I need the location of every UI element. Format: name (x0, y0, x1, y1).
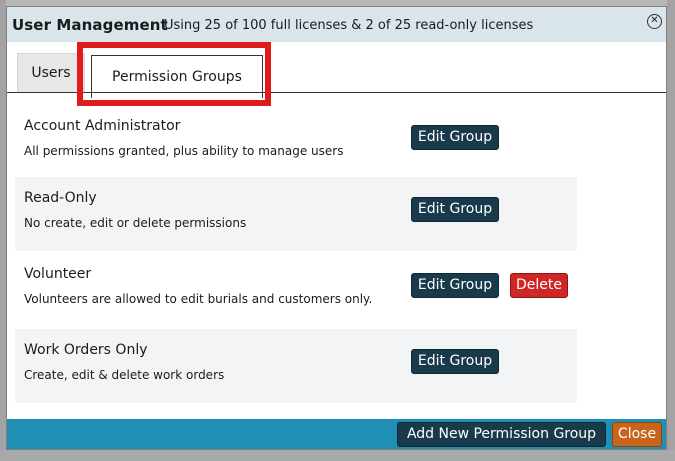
user-management-dialog: User Management Using 25 of 100 full lic… (6, 6, 667, 450)
group-name: Volunteer (24, 266, 92, 282)
edit-group-button[interactable]: Edit Group (411, 125, 499, 150)
license-usage-text: Using 25 of 100 full licenses & 2 of 25 … (164, 18, 534, 33)
background-bottom (0, 450, 675, 461)
close-button[interactable]: Close (612, 422, 662, 447)
group-description: All permissions granted, plus ability to… (24, 144, 344, 158)
tab-users[interactable]: Users (17, 53, 85, 92)
dialog-title: User Management (12, 16, 168, 34)
close-icon[interactable]: ✕ (647, 14, 662, 29)
group-description: No create, edit or delete permissions (24, 216, 247, 230)
tab-divider (7, 92, 666, 93)
edit-group-button[interactable]: Edit Group (411, 273, 499, 298)
group-row-work-orders-only: Work Orders Only Create, edit & delete w… (15, 329, 577, 403)
group-row-read-only: Read-Only No create, edit or delete perm… (15, 177, 577, 251)
group-name: Work Orders Only (24, 342, 148, 358)
group-row-account-administrator: Account Administrator All permissions gr… (15, 105, 577, 179)
group-description: Create, edit & delete work orders (24, 368, 225, 382)
delete-group-button[interactable]: Delete (510, 273, 568, 298)
group-description: Volunteers are allowed to edit burials a… (24, 292, 373, 306)
group-name: Account Administrator (24, 118, 181, 134)
group-name: Read-Only (24, 190, 97, 206)
group-row-volunteer: Volunteer Volunteers are allowed to edit… (15, 253, 577, 327)
edit-group-button[interactable]: Edit Group (411, 197, 499, 222)
add-permission-group-button[interactable]: Add New Permission Group (397, 422, 606, 447)
dialog-footer: Add New Permission Group Close (7, 419, 666, 449)
edit-group-button[interactable]: Edit Group (411, 349, 499, 374)
dialog-titlebar: User Management Using 25 of 100 full lic… (7, 7, 666, 42)
background-right (667, 0, 675, 461)
